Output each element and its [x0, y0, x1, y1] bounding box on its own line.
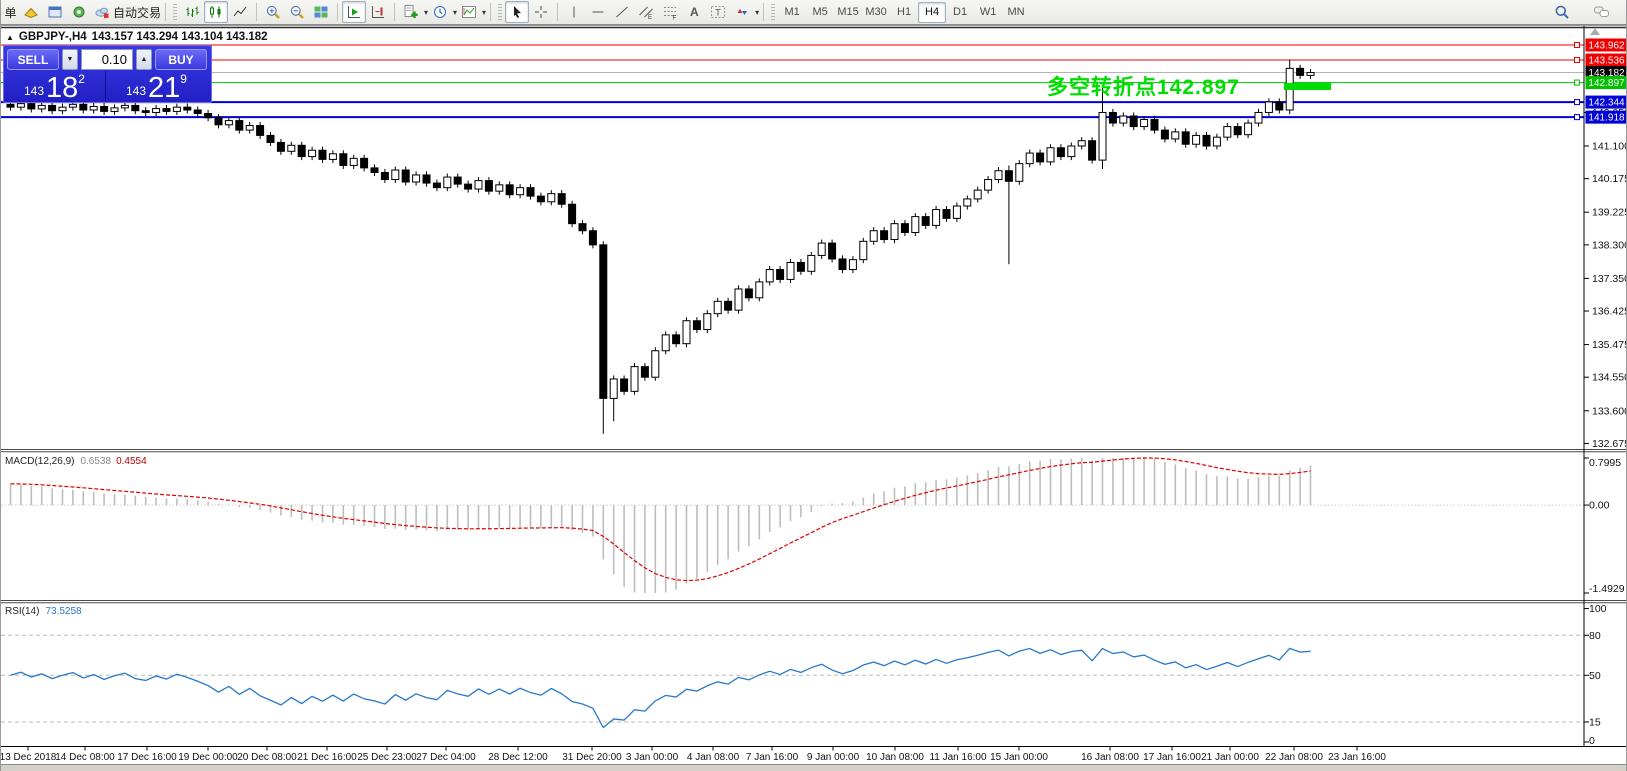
macd-label: MACD(12,26,9): [5, 456, 74, 467]
chart-symbol-period: GBPJPY-,H4: [19, 31, 87, 43]
buy-price-prefix: 143: [126, 84, 146, 101]
pivot-annotation-bar[interactable]: [1284, 83, 1331, 90]
svg-text:132.675: 132.675: [1592, 438, 1627, 450]
svg-text:23 Jan 16:00: 23 Jan 16:00: [1328, 752, 1386, 763]
svg-text:15 Jan 00:00: 15 Jan 00:00: [990, 752, 1048, 763]
buy-price-display[interactable]: 143 21 9: [106, 71, 207, 102]
window-bottom-edge: [1, 764, 1627, 771]
svg-text:14 Dec 08:00: 14 Dec 08:00: [55, 752, 115, 763]
svg-text:0: 0: [1589, 735, 1595, 747]
sell-price-sup: 2: [78, 72, 85, 86]
svg-text:3 Jan 00:00: 3 Jan 00:00: [626, 752, 679, 763]
pivot-annotation-text[interactable]: 多空转折点142.897: [1047, 71, 1240, 101]
svg-text:17 Dec 16:00: 17 Dec 16:00: [117, 752, 177, 763]
macd-header: MACD(12,26,9) 0.6538 0.4554: [5, 456, 147, 467]
svg-text:100: 100: [1589, 603, 1607, 615]
macd-value-signal: 0.4554: [116, 456, 147, 467]
svg-text:22 Jan 08:00: 22 Jan 08:00: [1265, 752, 1323, 763]
svg-text:141.100: 141.100: [1592, 141, 1627, 153]
svg-text:137.350: 137.350: [1592, 273, 1627, 285]
svg-text:19 Dec 00:00: 19 Dec 00:00: [178, 752, 238, 763]
svg-text:21 Jan 00:00: 21 Jan 00:00: [1201, 752, 1259, 763]
svg-text:31 Dec 20:00: 31 Dec 20:00: [562, 752, 622, 763]
svg-text:15: 15: [1589, 716, 1601, 728]
svg-text:143.536: 143.536: [1588, 56, 1625, 67]
collapse-panel-icon[interactable]: ▲: [6, 33, 14, 42]
svg-text:28 Dec 12:00: 28 Dec 12:00: [488, 752, 548, 763]
sell-price-big: 18: [46, 75, 78, 101]
svg-text:20 Dec 08:00: 20 Dec 08:00: [237, 752, 297, 763]
svg-text:9 Jan 00:00: 9 Jan 00:00: [807, 752, 860, 763]
volume-up-button[interactable]: ▲: [136, 49, 152, 70]
sell-price-display[interactable]: 143 18 2: [4, 71, 105, 102]
svg-text:143.962: 143.962: [1588, 40, 1625, 51]
volume-input[interactable]: 0.10: [81, 49, 133, 70]
svg-text:135.475: 135.475: [1592, 339, 1627, 351]
svg-text:138.300: 138.300: [1592, 239, 1627, 251]
svg-text:0.00: 0.00: [1589, 500, 1610, 512]
svg-text:13 Dec 2018: 13 Dec 2018: [1, 752, 57, 763]
svg-text:17 Jan 16:00: 17 Jan 16:00: [1143, 752, 1201, 763]
svg-text:142.344: 142.344: [1588, 98, 1625, 109]
price-badges: 143.962143.536143.182142.897142.344141.9…: [1586, 38, 1627, 123]
svg-text:21 Dec 16:00: 21 Dec 16:00: [297, 752, 357, 763]
chart-area[interactable]: 142.050141.100140.175139.225138.300137.3…: [1, 0, 1627, 771]
chart-ohlc-readout: 143.157 143.294 143.104 143.182: [92, 31, 268, 43]
buy-button[interactable]: BUY: [155, 49, 207, 70]
rsi-label: RSI(14): [5, 606, 39, 617]
sell-button[interactable]: SELL: [7, 49, 59, 70]
buy-price-sup: 9: [180, 72, 187, 86]
svg-text:136.425: 136.425: [1592, 306, 1627, 318]
svg-text:-1.4929: -1.4929: [1589, 583, 1625, 595]
svg-text:4 Jan 08:00: 4 Jan 08:00: [687, 752, 740, 763]
svg-text:50: 50: [1589, 670, 1601, 682]
svg-text:27 Dec 04:00: 27 Dec 04:00: [416, 752, 476, 763]
sell-price-prefix: 143: [24, 84, 44, 101]
svg-text:142.897: 142.897: [1588, 78, 1625, 89]
svg-text:16 Jan 08:00: 16 Jan 08:00: [1081, 752, 1139, 763]
svg-text:133.600: 133.600: [1592, 405, 1627, 417]
svg-text:10 Jan 08:00: 10 Jan 08:00: [866, 752, 924, 763]
svg-text:134.550: 134.550: [1592, 372, 1627, 384]
one-click-trade-panel: SELL ▼ 0.10 ▲ BUY 143 18 2 143 21 9: [3, 45, 212, 103]
svg-text:11 Jan 16:00: 11 Jan 16:00: [929, 752, 987, 763]
svg-text:139.225: 139.225: [1592, 207, 1627, 219]
buy-price-big: 21: [148, 75, 180, 101]
chart-header: ▲ GBPJPY-,H4 143.157 143.294 143.104 143…: [6, 31, 268, 43]
svg-text:140.175: 140.175: [1592, 173, 1627, 185]
rsi-value: 73.5258: [45, 606, 81, 617]
macd-value-main: 0.6538: [80, 456, 111, 467]
svg-text:141.918: 141.918: [1588, 113, 1625, 124]
terminal-window: 单 自动交易: [0, 0, 1627, 771]
svg-text:25 Dec 23:00: 25 Dec 23:00: [357, 752, 417, 763]
svg-text:7 Jan 16:00: 7 Jan 16:00: [746, 752, 799, 763]
svg-text:0.7995: 0.7995: [1589, 457, 1621, 469]
volume-down-button[interactable]: ▼: [62, 49, 78, 70]
rsi-header: RSI(14) 73.5258: [5, 606, 82, 617]
svg-text:80: 80: [1589, 630, 1601, 642]
